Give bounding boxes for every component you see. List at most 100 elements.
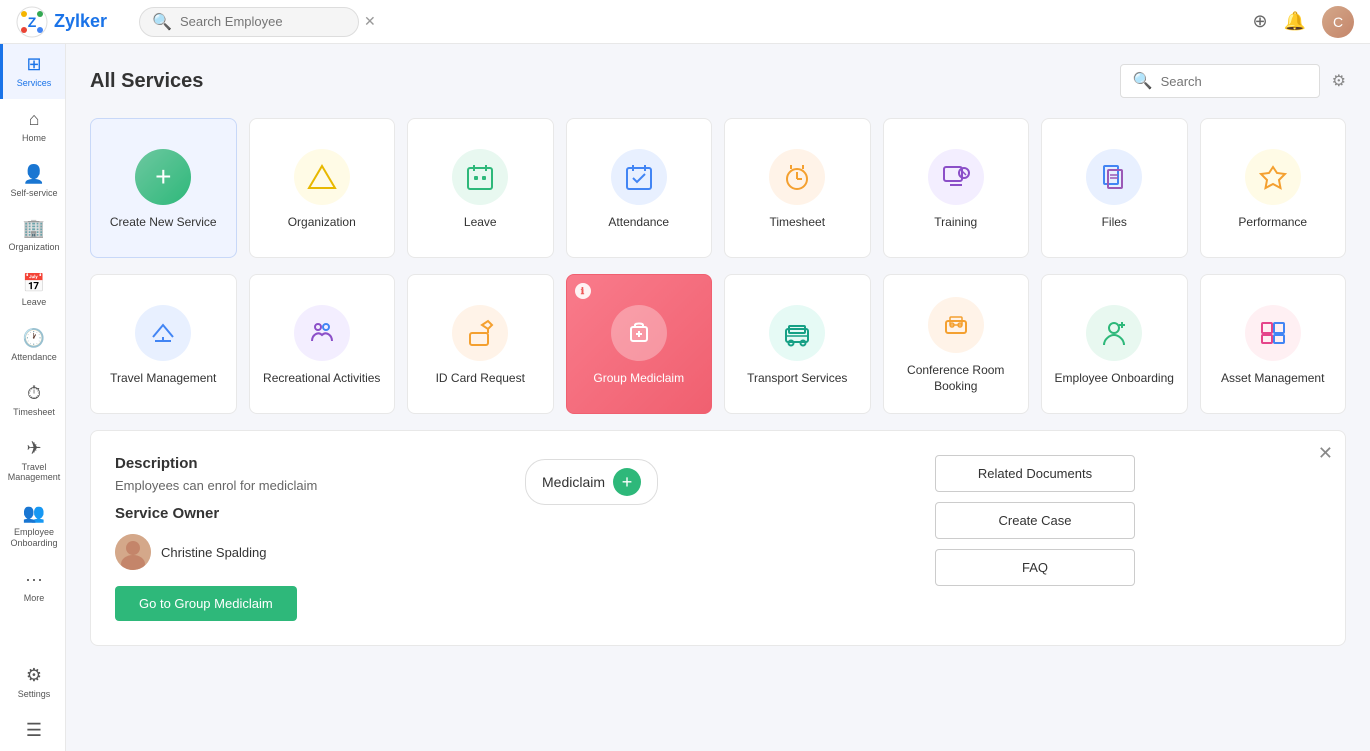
settings-icon: ⚙ (26, 665, 42, 686)
service-card-training[interactable]: Training (883, 118, 1030, 258)
service-card-organization[interactable]: Organization (249, 118, 396, 258)
self-service-icon: 👤 (23, 164, 45, 185)
id-card-label: ID Card Request (436, 371, 525, 387)
attendance-label: Attendance (608, 215, 669, 231)
sidebar-bottom: ⚙ Settings ☰ (11, 655, 55, 751)
service-owner-row: Christine Spalding (115, 534, 501, 570)
leave-label: Leave (464, 215, 497, 231)
service-card-group-mediclaim[interactable]: ℹ Group Mediclaim (566, 274, 713, 414)
go-to-group-mediclaim-button[interactable]: Go to Group Mediclaim (115, 586, 297, 621)
settings-gear-icon[interactable]: ⚙ (1332, 71, 1346, 91)
employee-onboarding-card-icon (1086, 305, 1142, 361)
organization-icon: 🏢 (23, 218, 45, 239)
sidebar-label-travel: Travel Management (7, 462, 61, 484)
service-card-id-card[interactable]: ID Card Request (407, 274, 554, 414)
owner-avatar (115, 534, 151, 570)
header-search-input[interactable] (1161, 74, 1337, 89)
service-card-timesheet[interactable]: Timesheet (724, 118, 871, 258)
leave-icon: 📅 (23, 273, 45, 294)
asset-management-card-icon (1245, 305, 1301, 361)
employee-onboarding-label: Employee Onboarding (1055, 371, 1174, 387)
action-buttons: Related Documents Create Case FAQ (935, 455, 1321, 586)
notification-icon[interactable]: 🔔 (1284, 11, 1306, 32)
group-mediclaim-label: Group Mediclaim (593, 371, 684, 387)
employee-search-input[interactable] (180, 14, 356, 29)
training-card-icon (928, 149, 984, 205)
menu-icon: ☰ (26, 720, 42, 741)
add-mediclaim-button[interactable]: + (613, 468, 641, 496)
timesheet-card-icon (769, 149, 825, 205)
sidebar-item-more[interactable]: ··· More (0, 559, 65, 614)
sidebar-item-attendance[interactable]: 🕐 Attendance (0, 318, 65, 373)
sidebar-label-home: Home (22, 133, 46, 144)
transport-label: Transport Services (747, 371, 847, 387)
sidebar-item-self-service[interactable]: 👤 Self-service (0, 154, 65, 209)
service-card-travel-management[interactable]: Travel Management (90, 274, 237, 414)
detail-grid: Description Employees can enrol for medi… (115, 455, 1321, 621)
topbar: Z Zylker 🔍 ✕ ⊕ 🔔 C (0, 0, 1370, 44)
detail-panel: ✕ Description Employees can enrol for me… (90, 430, 1346, 646)
service-card-create-new[interactable]: + Create New Service (90, 118, 237, 258)
service-card-asset-management[interactable]: Asset Management (1200, 274, 1347, 414)
id-card-icon (452, 305, 508, 361)
svg-text:Z: Z (28, 14, 37, 30)
transport-card-icon (769, 305, 825, 361)
employee-search-bar[interactable]: 🔍 ✕ (139, 7, 359, 37)
detail-column-3: Related Documents Create Case FAQ (935, 455, 1321, 621)
group-mediclaim-card-icon (611, 305, 667, 361)
header-search-bar[interactable]: 🔍 (1120, 64, 1320, 98)
asset-management-label: Asset Management (1221, 371, 1324, 387)
page-header: All Services 🔍 ⚙ (90, 64, 1346, 98)
service-card-employee-onboarding[interactable]: Employee Onboarding (1041, 274, 1188, 414)
service-card-conference[interactable]: Conference Room Booking (883, 274, 1030, 414)
sidebar-item-menu[interactable]: ☰ (11, 710, 55, 751)
info-dot: ℹ (575, 283, 591, 299)
service-card-recreational[interactable]: Recreational Activities (249, 274, 396, 414)
files-label: Files (1102, 215, 1127, 231)
sidebar-item-organization[interactable]: 🏢 Organization (0, 208, 65, 263)
mediclaim-tag: Mediclaim + (525, 459, 658, 505)
service-card-performance[interactable]: Performance (1200, 118, 1347, 258)
service-card-transport[interactable]: Transport Services (724, 274, 871, 414)
create-case-button[interactable]: Create Case (935, 502, 1135, 539)
faq-button[interactable]: FAQ (935, 549, 1135, 586)
sidebar-item-travel[interactable]: ✈ Travel Management (0, 428, 65, 494)
home-icon: ⌂ (29, 109, 40, 130)
owner-title: Service Owner (115, 505, 501, 522)
description-section: Description Employees can enrol for medi… (115, 455, 501, 493)
mediclaim-tag-text: Mediclaim (542, 474, 605, 490)
search-icon: 🔍 (152, 12, 172, 32)
owner-section: Service Owner Christine Spalding (115, 505, 501, 570)
recreational-card-icon (294, 305, 350, 361)
training-label: Training (934, 215, 977, 231)
sidebar-item-settings[interactable]: ⚙ Settings (11, 655, 55, 710)
sidebar: ⊞ Services ⌂ Home 👤 Self-service 🏢 Organ… (0, 0, 66, 751)
attendance-card-icon (611, 149, 667, 205)
performance-card-icon (1245, 149, 1301, 205)
sidebar-label-settings: Settings (18, 689, 51, 700)
detail-column-1: Description Employees can enrol for medi… (115, 455, 501, 621)
create-new-icon: + (135, 149, 191, 205)
files-card-icon (1086, 149, 1142, 205)
service-card-files[interactable]: Files (1041, 118, 1188, 258)
sidebar-item-timesheet[interactable]: ⏱ Timesheet (0, 373, 65, 428)
travel-management-label: Travel Management (110, 371, 216, 387)
close-detail-button[interactable]: ✕ (1318, 443, 1333, 464)
service-card-leave[interactable]: Leave (407, 118, 554, 258)
more-icon: ··· (25, 569, 43, 590)
sidebar-item-employee-onboarding[interactable]: 👥 Employee Onboarding (0, 493, 65, 559)
services-grid-row1: + Create New Service Organization Leave (90, 118, 1346, 258)
sidebar-label-timesheet: Timesheet (13, 407, 55, 418)
main-content: All Services 🔍 ⚙ + Create New Service (66, 44, 1370, 751)
service-card-attendance[interactable]: Attendance (566, 118, 713, 258)
clear-search-icon[interactable]: ✕ (364, 13, 376, 30)
sidebar-item-leave[interactable]: 📅 Leave (0, 263, 65, 318)
page-title: All Services (90, 70, 203, 93)
user-avatar[interactable]: C (1322, 6, 1354, 38)
related-documents-button[interactable]: Related Documents (935, 455, 1135, 492)
add-icon[interactable]: ⊕ (1252, 11, 1267, 32)
sidebar-item-services[interactable]: ⊞ Services (0, 44, 65, 99)
performance-label: Performance (1238, 215, 1307, 231)
owner-name: Christine Spalding (161, 545, 267, 560)
sidebar-item-home[interactable]: ⌂ Home (0, 99, 65, 154)
